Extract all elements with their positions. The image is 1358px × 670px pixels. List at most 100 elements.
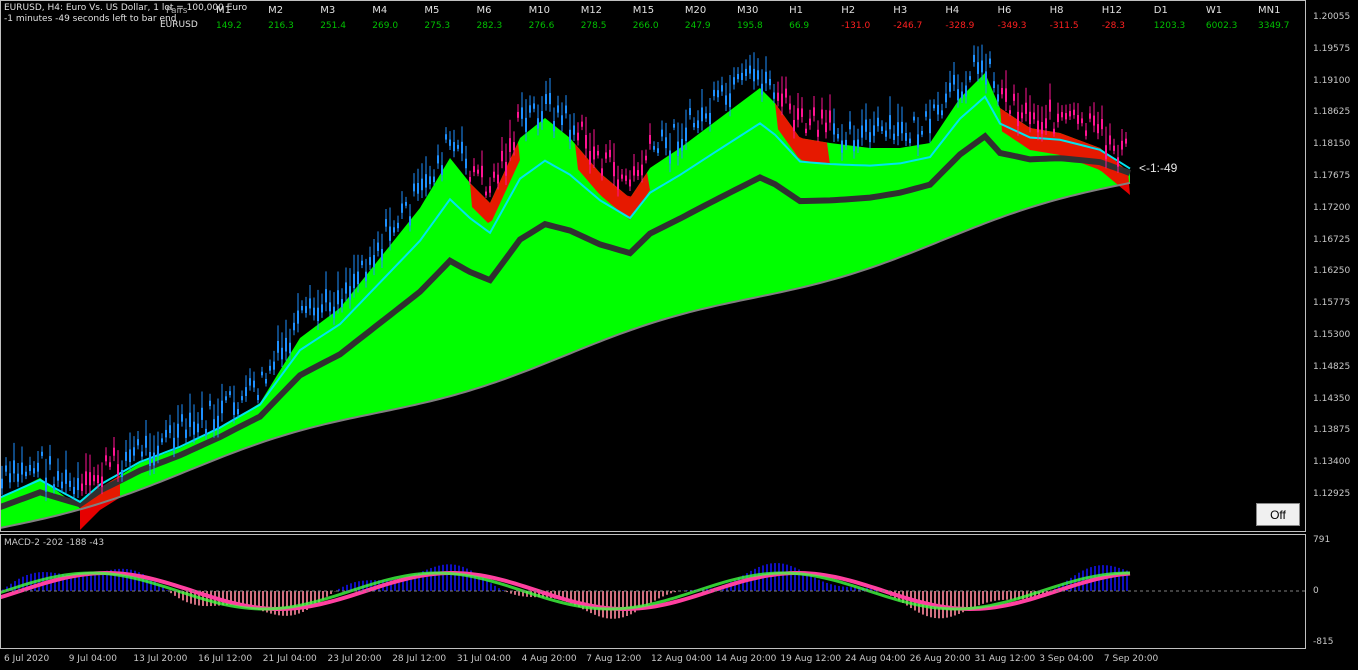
candle-body (453, 142, 455, 152)
candle-body (9, 473, 11, 483)
tf-header-m2: M2 (268, 5, 284, 16)
candle-body (421, 178, 423, 191)
candle-body (577, 132, 579, 141)
candle-body (513, 142, 515, 151)
candle-body (213, 419, 215, 431)
candle-body (497, 174, 499, 184)
candle-body (693, 122, 695, 128)
candle-body (845, 139, 847, 146)
tf-header-mn1: MN1 (1258, 5, 1281, 16)
candle-body (381, 248, 383, 261)
candle-body (365, 271, 367, 282)
candle-body (701, 107, 703, 122)
macd-bar (82, 575, 84, 591)
candle-body (541, 111, 543, 123)
macd-bar (658, 591, 660, 599)
candle-body (613, 162, 615, 177)
macd-bar (446, 564, 448, 591)
price-chart[interactable] (0, 0, 1358, 670)
price-tick: 1.13875 (1313, 425, 1351, 436)
candle-body (333, 306, 335, 318)
countdown-label: <-1:-49 (1139, 161, 1178, 175)
candle-body (397, 222, 399, 229)
macd-bar (990, 591, 992, 602)
symbol-description: EURUSD, H4: Euro Vs. US Dollar, 1 lot = … (4, 3, 248, 13)
candle-body (1053, 128, 1055, 134)
macd-bar (602, 591, 604, 618)
candle-body (917, 134, 919, 148)
price-tick: 1.15775 (1313, 298, 1351, 309)
candle-body (549, 92, 551, 105)
macd-bar (94, 573, 96, 591)
candle-body (49, 456, 51, 465)
macd-bar (494, 585, 496, 591)
macd-bar (290, 591, 292, 616)
candle-body (401, 203, 403, 213)
candle-body (709, 112, 711, 125)
time-tick: 23 Jul 20:00 (327, 654, 382, 664)
macd-bar (1118, 567, 1120, 591)
candle-body (509, 138, 511, 152)
candle-body (1061, 112, 1063, 118)
tf-value-m15: 266.0 (632, 21, 659, 31)
off-button[interactable]: Off (1256, 503, 1300, 526)
candle-body (913, 116, 915, 121)
tf-header-h2: H2 (841, 5, 856, 16)
candle-body (669, 150, 671, 164)
candle-body (405, 201, 407, 206)
macd-bar (774, 563, 776, 591)
candle-body (429, 176, 431, 185)
candle-body (165, 429, 167, 438)
candle-body (389, 226, 391, 241)
candle-body (417, 183, 419, 194)
candle-body (877, 117, 879, 127)
candle-body (273, 361, 275, 370)
candle-body (505, 161, 507, 176)
candle-body (941, 110, 943, 116)
candle-body (745, 68, 747, 77)
candle-body (477, 169, 479, 174)
time-tick: 31 Jul 04:00 (456, 654, 511, 664)
candle-body (929, 118, 931, 134)
chart-window: EURUSD, H4: Euro Vs. US Dollar, 1 lot = … (0, 0, 1358, 670)
time-tick: 12 Aug 04:00 (651, 654, 712, 664)
candle-body (337, 290, 339, 305)
candle-body (237, 409, 239, 415)
candle-body (1037, 120, 1039, 133)
macd-bar (646, 591, 648, 606)
candle-body (345, 282, 347, 294)
tf-value-h1: 66.9 (789, 21, 810, 31)
macd-bar (1010, 591, 1012, 600)
candle-body (281, 347, 283, 360)
candle-body (817, 129, 819, 137)
candle-body (637, 170, 639, 177)
macd-bar (778, 563, 780, 591)
candle-body (257, 394, 259, 401)
macd-bar (490, 583, 492, 591)
candle-body (889, 115, 891, 130)
candle-body (149, 452, 151, 467)
macd-bar (650, 591, 652, 603)
time-tick: 6 Jul 2020 (4, 654, 50, 664)
candle-body (593, 146, 595, 160)
candle-body (657, 148, 659, 153)
candle-body (469, 177, 471, 182)
macd-bar (98, 572, 100, 591)
candle-body (373, 255, 375, 268)
candle-body (1117, 157, 1119, 167)
candle-body (529, 105, 531, 113)
price-tick: 1.20055 (1313, 12, 1351, 22)
candle-body (1073, 109, 1075, 116)
macd-bar (454, 564, 456, 591)
candle-body (557, 105, 559, 113)
candle-body (629, 179, 631, 187)
tf-header-h8: H8 (1049, 5, 1064, 16)
tf-header-d1: D1 (1153, 5, 1168, 16)
macd-bar (1110, 565, 1112, 591)
candle-body (561, 115, 563, 126)
macd-bar (590, 591, 592, 614)
macd-axis-top: 791 (1313, 535, 1331, 545)
tf-value-mn1: 3349.7 (1258, 21, 1290, 31)
candle-body (369, 257, 371, 265)
candle-body (245, 387, 247, 397)
